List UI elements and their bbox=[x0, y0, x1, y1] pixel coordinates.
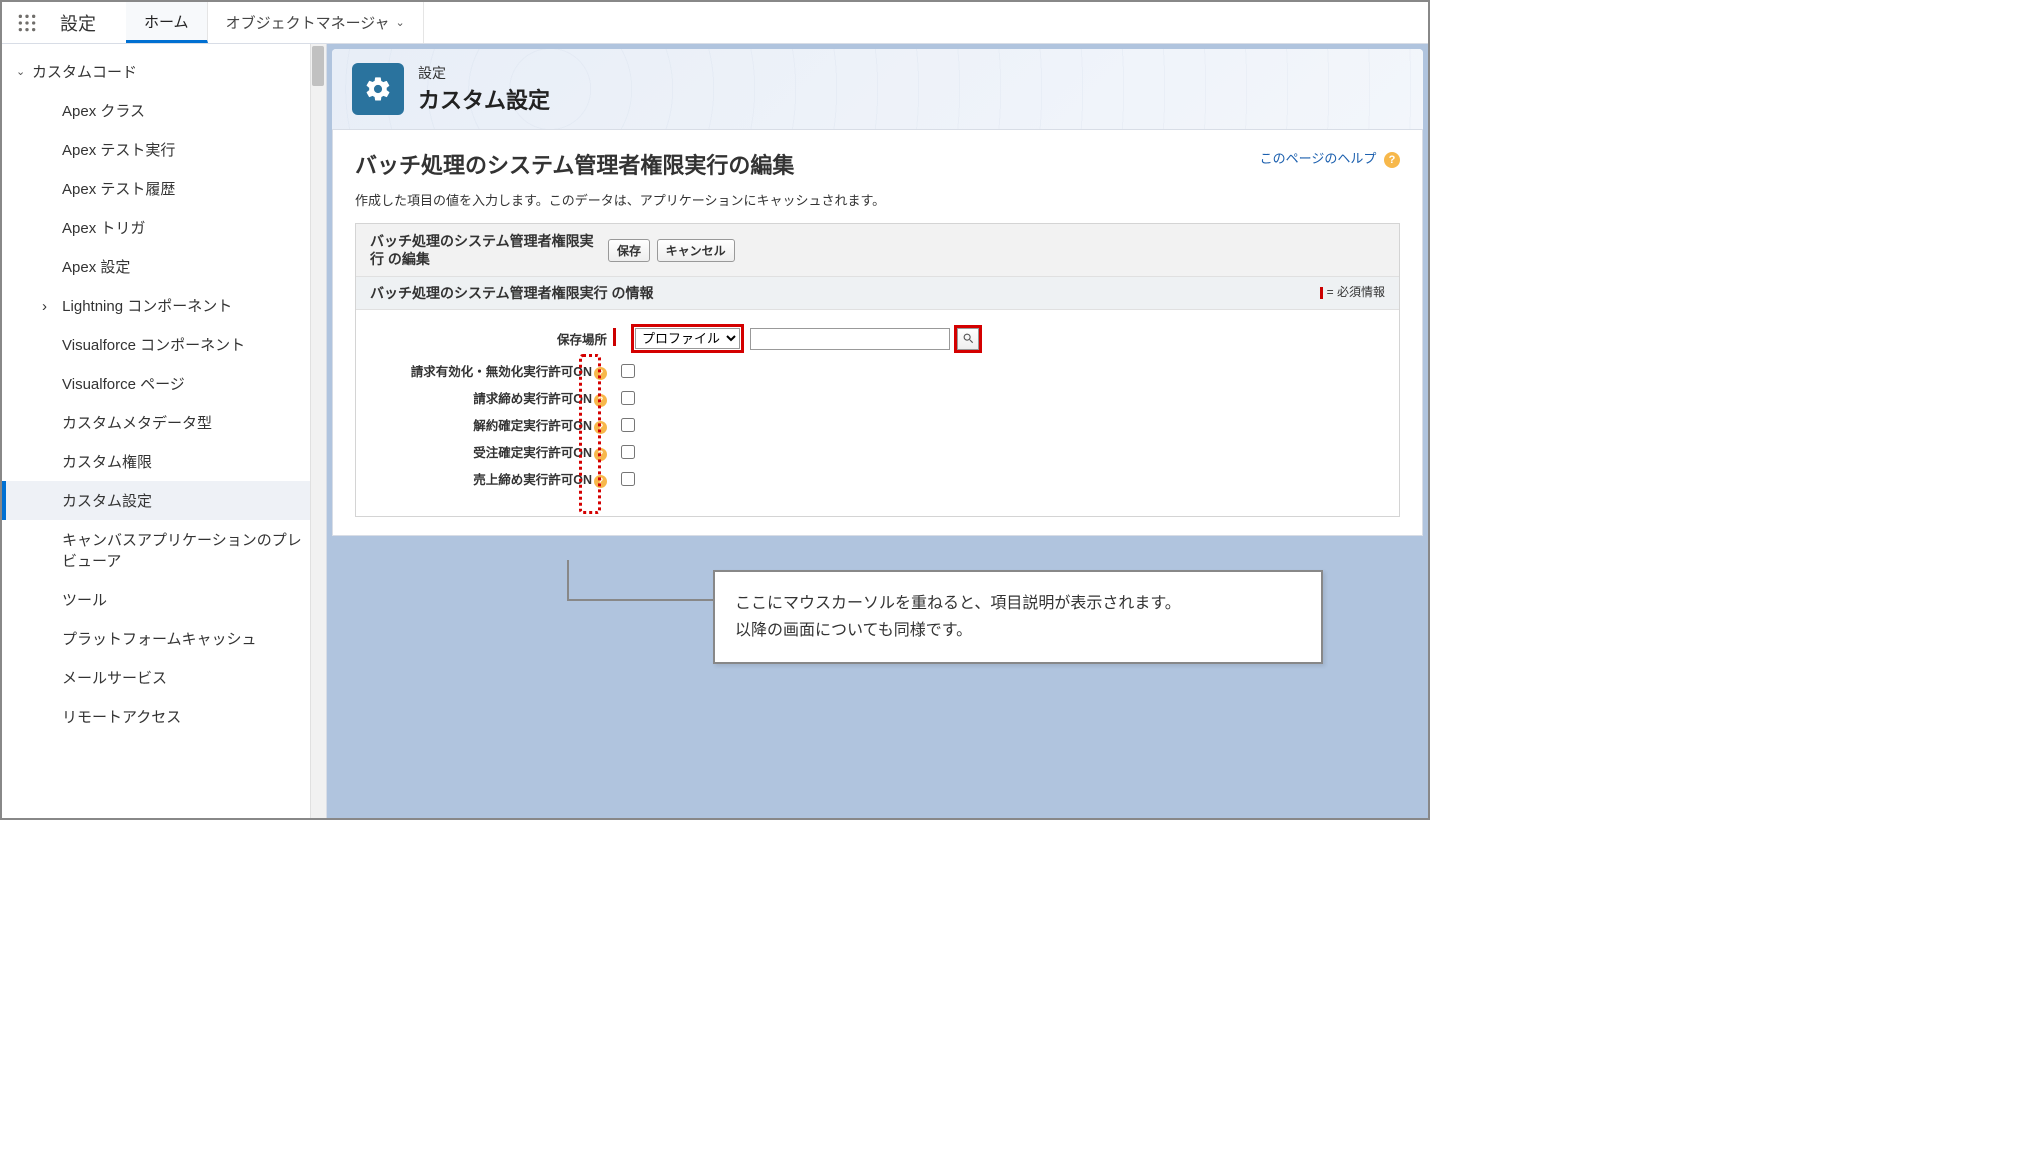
panel-title: バッチ処理のシステム管理者権限実行 の編集 bbox=[370, 232, 600, 268]
breadcrumb: 設定 bbox=[418, 63, 550, 83]
checkbox-sales-close[interactable] bbox=[621, 472, 635, 486]
field-label-cancel-confirm: 解約確定実行許可ON? bbox=[374, 415, 609, 434]
tab-home[interactable]: ホーム bbox=[126, 2, 208, 43]
sidebar-item-apex-trigger[interactable]: Apex トリガ bbox=[2, 208, 326, 247]
sidebar-item-label: Apex テスト履歴 bbox=[62, 181, 175, 198]
sidebar-item-label: Apex 設定 bbox=[62, 259, 130, 276]
sidebar-item-label: ツール bbox=[62, 592, 107, 609]
sidebar-item-label: カスタムメタデータ型 bbox=[62, 415, 212, 432]
sidebar-item-custom-metadata[interactable]: カスタムメタデータ型 bbox=[2, 403, 326, 442]
content: このページのヘルプ ? バッチ処理のシステム管理者権限実行の編集 作成した項目の… bbox=[332, 130, 1423, 536]
app-name: 設定 bbox=[52, 2, 126, 43]
chevron-right-icon: › bbox=[42, 298, 58, 315]
search-icon bbox=[962, 332, 975, 345]
tab-object-manager[interactable]: オブジェクトマネージャ ⌄ bbox=[208, 2, 424, 43]
main-area: 設定 カスタム設定 このページのヘルプ ? バッチ処理のシステム管理者権限実行の… bbox=[327, 44, 1428, 818]
content-heading: バッチ処理のシステム管理者権限実行の編集 bbox=[355, 148, 1400, 180]
sidebar-item-label: Lightning コンポーネント bbox=[62, 298, 232, 315]
sidebar-item-label: カスタム権限 bbox=[62, 454, 152, 471]
help-icon: ? bbox=[1384, 152, 1400, 168]
scrollbar-thumb[interactable] bbox=[312, 46, 324, 86]
chevron-down-icon: ⌄ bbox=[16, 65, 32, 78]
annotation-connector bbox=[563, 560, 723, 620]
help-link-label: このページのヘルプ bbox=[1260, 151, 1377, 166]
location-select[interactable]: プロファイル bbox=[635, 328, 740, 349]
checkbox-billing-close[interactable] bbox=[621, 391, 635, 405]
save-button[interactable]: 保存 bbox=[608, 239, 650, 262]
sidebar-item-apex-class[interactable]: Apex クラス bbox=[2, 91, 326, 130]
sidebar-group-label: カスタムコード bbox=[32, 61, 137, 82]
callout-text-1: ここにマウスカーソルを重ねると、項目説明が表示されます。 bbox=[735, 590, 1301, 617]
sidebar-item-vf-component[interactable]: Visualforce コンポーネント bbox=[2, 325, 326, 364]
sidebar-group-custom-code[interactable]: ⌄ カスタムコード bbox=[2, 52, 326, 91]
sidebar-item-apex-test-run[interactable]: Apex テスト実行 bbox=[2, 130, 326, 169]
sidebar-item-label: メールサービス bbox=[62, 670, 167, 687]
sidebar: ⌄ カスタムコード Apex クラス Apex テスト実行 Apex テスト履歴… bbox=[2, 44, 327, 818]
top-bar: 設定 ホーム オブジェクトマネージャ ⌄ bbox=[2, 2, 1428, 44]
sidebar-item-label: カスタム設定 bbox=[62, 493, 152, 510]
gear-icon bbox=[352, 63, 404, 115]
chevron-down-icon: ⌄ bbox=[396, 16, 405, 29]
field-label-billing-enable: 請求有効化・無効化実行許可ON? bbox=[374, 361, 609, 380]
required-legend: = 必須情報 bbox=[1320, 283, 1385, 303]
sidebar-item-canvas-previewer[interactable]: キャンバスアプリケーションのプレビューア bbox=[2, 520, 326, 580]
lookup-button[interactable] bbox=[957, 328, 979, 350]
sidebar-item-platform-cache[interactable]: プラットフォームキャッシュ bbox=[2, 619, 326, 658]
location-input[interactable] bbox=[750, 328, 950, 350]
sidebar-item-label: Apex トリガ bbox=[62, 220, 145, 237]
sidebar-item-vf-page[interactable]: Visualforce ページ bbox=[2, 364, 326, 403]
field-label-location: 保存場所 bbox=[374, 329, 609, 348]
callout-text-2: 以降の画面についても同様です。 bbox=[735, 617, 1301, 644]
sidebar-item-custom-settings[interactable]: カスタム設定 bbox=[2, 481, 326, 520]
help-icon[interactable]: ? bbox=[594, 394, 607, 407]
sidebar-item-apex-settings[interactable]: Apex 設定 bbox=[2, 247, 326, 286]
sidebar-item-label: キャンバスアプリケーションのプレビューア bbox=[62, 532, 302, 570]
page-title: カスタム設定 bbox=[418, 83, 550, 115]
sidebar-item-label: プラットフォームキャッシュ bbox=[62, 631, 257, 648]
help-link[interactable]: このページのヘルプ ? bbox=[1260, 148, 1400, 168]
sidebar-item-tools[interactable]: ツール bbox=[2, 580, 326, 619]
app-launcher-icon[interactable] bbox=[2, 2, 52, 43]
sidebar-scrollbar[interactable] bbox=[310, 44, 326, 818]
sidebar-item-label: リモートアクセス bbox=[62, 709, 181, 726]
sidebar-item-label: Apex テスト実行 bbox=[62, 142, 175, 159]
tab-label: オブジェクトマネージャ bbox=[226, 12, 390, 33]
content-description: 作成した項目の値を入力します。このデータは、アプリケーションにキャッシュされます… bbox=[355, 190, 1400, 209]
field-label-sales-close: 売上締め実行許可ON? bbox=[374, 469, 609, 488]
help-icon[interactable]: ? bbox=[594, 475, 607, 488]
cancel-button[interactable]: キャンセル bbox=[657, 239, 735, 262]
checkbox-billing-enable[interactable] bbox=[621, 364, 635, 378]
field-label-order-confirm: 受注確定実行許可ON? bbox=[374, 442, 609, 461]
sidebar-item-apex-test-history[interactable]: Apex テスト履歴 bbox=[2, 169, 326, 208]
checkbox-order-confirm[interactable] bbox=[621, 445, 635, 459]
sidebar-item-label: Visualforce ページ bbox=[62, 376, 185, 393]
annotation-callout: ここにマウスカーソルを重ねると、項目説明が表示されます。 以降の画面についても同… bbox=[713, 570, 1323, 664]
sidebar-item-label: Visualforce コンポーネント bbox=[62, 337, 245, 354]
edit-panel: バッチ処理のシステム管理者権限実行 の編集 保存 キャンセル バッチ処理のシステ… bbox=[355, 223, 1400, 517]
sidebar-item-mail-service[interactable]: メールサービス bbox=[2, 658, 326, 697]
sidebar-item-label: Apex クラス bbox=[62, 103, 145, 120]
help-icon[interactable]: ? bbox=[594, 421, 607, 434]
help-icon[interactable]: ? bbox=[594, 367, 607, 380]
checkbox-cancel-confirm[interactable] bbox=[621, 418, 635, 432]
tab-label: ホーム bbox=[144, 11, 189, 32]
sidebar-item-lightning-components[interactable]: › Lightning コンポーネント bbox=[2, 286, 326, 325]
sidebar-item-remote-access[interactable]: リモートアクセス bbox=[2, 697, 326, 736]
section-title: バッチ処理のシステム管理者権限実行 の情報 bbox=[370, 283, 653, 303]
field-label-billing-close: 請求締め実行許可ON? bbox=[374, 388, 609, 407]
help-icon[interactable]: ? bbox=[594, 448, 607, 461]
sidebar-item-custom-permission[interactable]: カスタム権限 bbox=[2, 442, 326, 481]
page-header: 設定 カスタム設定 bbox=[332, 49, 1423, 130]
